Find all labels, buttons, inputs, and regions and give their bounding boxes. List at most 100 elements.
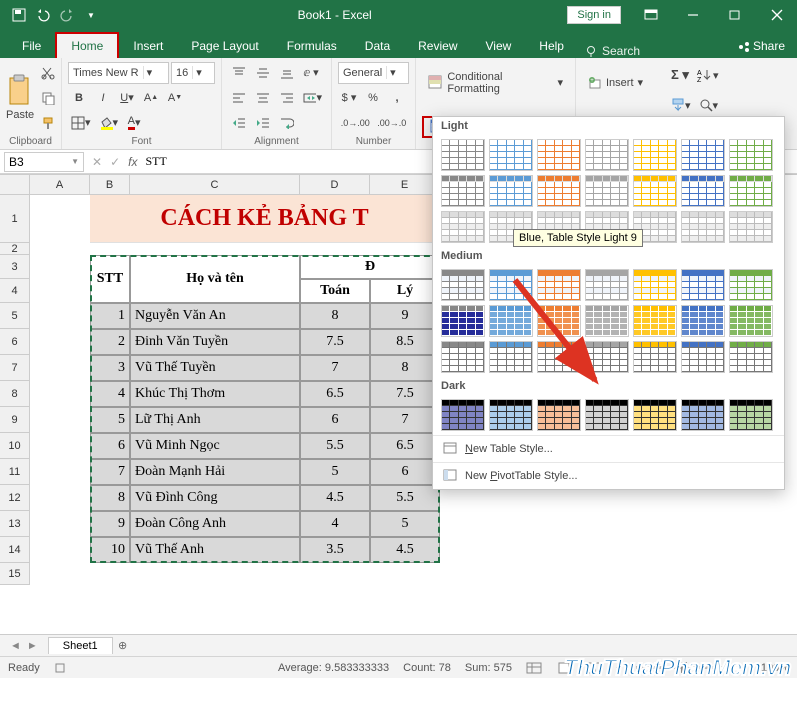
table-style-swatch[interactable] [633,175,677,207]
insert-cells-button[interactable]: + Insert ▾ [582,72,656,94]
qat-customize-icon[interactable]: ▼ [80,4,102,26]
italic-button[interactable]: I [92,87,114,109]
cell[interactable]: 9 [370,303,440,329]
borders-button[interactable]: ▾ [68,112,94,134]
table-style-swatch[interactable] [585,269,629,301]
table-style-swatch[interactable] [729,211,773,243]
share-button[interactable]: Share [726,34,797,58]
table-style-swatch[interactable] [729,139,773,171]
table-style-swatch[interactable] [585,175,629,207]
decrease-decimal-button[interactable]: .00→.0 [375,112,410,134]
cell[interactable]: 5.5 [370,485,440,511]
cell[interactable]: 7 [90,459,130,485]
cell[interactable]: 7.5 [300,329,370,355]
sheet-next-icon[interactable]: ► [27,640,38,652]
cell[interactable]: 4.5 [300,485,370,511]
cell[interactable]: 5.5 [300,433,370,459]
table-style-swatch[interactable] [441,211,485,243]
cell[interactable]: 8 [370,355,440,381]
enter-formula-icon[interactable]: ✓ [110,155,120,169]
row-header-9[interactable]: 9 [0,407,30,433]
table-style-swatch[interactable] [537,305,581,337]
cell[interactable]: Khúc Thị Thơm [130,381,300,407]
table-style-swatch[interactable] [537,341,581,373]
view-normal-icon[interactable] [526,662,542,674]
table-style-swatch[interactable] [441,305,485,337]
copy-button[interactable] [37,87,59,109]
cell[interactable]: 7 [300,355,370,381]
bold-button[interactable]: B [68,87,90,109]
row-header-1[interactable]: 1 [0,195,30,243]
paste-button[interactable]: Paste [6,61,34,134]
cell[interactable]: Họ và tên [130,255,300,303]
add-sheet-button[interactable]: ⊕ [113,639,133,652]
number-format-dropdown[interactable]: General▾ [338,62,409,84]
cell[interactable]: Vũ Đình Công [130,485,300,511]
table-style-swatch[interactable] [681,341,725,373]
cell[interactable]: 8 [90,485,130,511]
find-select-button[interactable]: ▾ [696,94,722,116]
cell[interactable]: 4 [90,381,130,407]
undo-icon[interactable] [32,4,54,26]
increase-decimal-button[interactable]: .0→.00 [338,112,373,134]
cancel-formula-icon[interactable]: ✕ [92,155,102,169]
table-style-swatch[interactable] [441,341,485,373]
cell[interactable]: 8.5 [370,329,440,355]
table-style-swatch[interactable] [585,399,629,431]
table-style-swatch[interactable] [729,399,773,431]
table-style-swatch[interactable] [681,139,725,171]
name-box[interactable]: B3▼ [4,152,84,172]
cell[interactable]: Đinh Văn Tuyền [130,329,300,355]
font-size-dropdown[interactable]: 16▾ [171,62,215,84]
cell[interactable]: 6.5 [370,433,440,459]
close-icon[interactable] [757,0,797,30]
row-header-10[interactable]: 10 [0,433,30,459]
formula-input[interactable]: STT [145,154,166,169]
table-style-swatch[interactable] [537,269,581,301]
sort-filter-button[interactable]: AZ ▾ [694,64,722,86]
tab-formulas[interactable]: Formulas [273,34,351,58]
tab-review[interactable]: Review [404,34,471,58]
tab-help[interactable]: Help [525,34,578,58]
cell[interactable]: 2 [90,329,130,355]
cell[interactable]: 6.5 [300,381,370,407]
cell[interactable]: 6 [300,407,370,433]
cell[interactable]: 6 [90,433,130,459]
percent-button[interactable]: % [362,87,384,109]
col-header-D[interactable]: D [300,175,370,195]
new-pivot-style[interactable]: New PivotTable Style... [433,462,784,489]
table-style-swatch[interactable] [489,305,533,337]
table-style-swatch[interactable] [537,139,581,171]
sheet-tab[interactable]: Sheet1 [48,637,113,654]
conditional-formatting-button[interactable]: Conditional Formatting ▾ [422,72,569,94]
cell[interactable]: 3 [90,355,130,381]
cut-button[interactable] [37,62,59,84]
fill-color-button[interactable]: ▾ [96,112,122,134]
col-header-C[interactable]: C [130,175,300,195]
tab-home[interactable]: Home [55,32,119,58]
row-header-11[interactable]: 11 [0,459,30,485]
cell[interactable]: Vũ Thế Tuyền [130,355,300,381]
new-table-style[interactable]: NNew Table Style...ew Table Style... [433,435,784,462]
cell[interactable]: Lý [370,279,440,303]
table-style-swatch[interactable] [489,139,533,171]
row-header-5[interactable]: 5 [0,303,30,329]
table-style-swatch[interactable] [633,269,677,301]
cell[interactable]: Toán [300,279,370,303]
wrap-text-button[interactable] [276,112,298,134]
save-icon[interactable] [8,4,30,26]
cell[interactable]: 4.5 [370,537,440,563]
font-name-dropdown[interactable]: Times New R▾ [68,62,169,84]
table-style-swatch[interactable] [681,211,725,243]
table-style-swatch[interactable] [489,175,533,207]
align-center-button[interactable] [252,87,274,109]
table-style-swatch[interactable] [489,269,533,301]
cell[interactable]: 5 [90,407,130,433]
table-style-swatch[interactable] [681,175,725,207]
align-right-button[interactable] [276,87,298,109]
sheet-prev-icon[interactable]: ◄ [10,640,21,652]
table-style-swatch[interactable] [585,139,629,171]
comma-button[interactable]: , [386,87,408,109]
table-style-swatch[interactable] [729,175,773,207]
align-left-button[interactable] [228,87,250,109]
